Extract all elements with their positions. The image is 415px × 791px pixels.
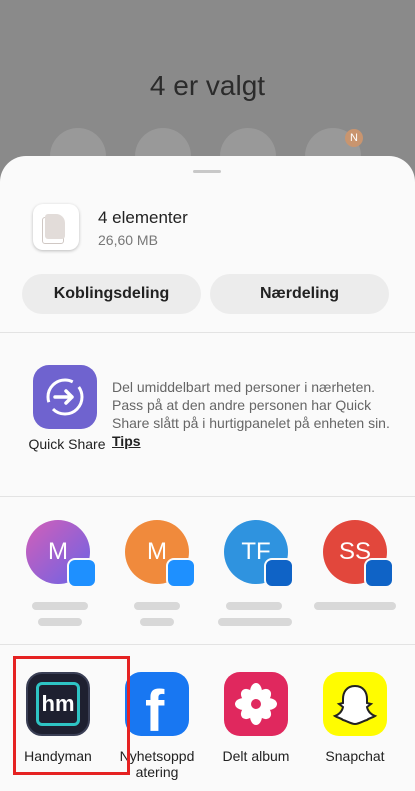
selection-title: 4 er valgt (149, 70, 266, 101)
app-label: Snapchat (325, 748, 385, 764)
contact-name (218, 618, 292, 626)
divider (0, 496, 415, 497)
document-icon (45, 214, 65, 239)
quick-share-button[interactable] (33, 365, 97, 429)
nearby-share-button[interactable]: Nærdeling (210, 274, 389, 314)
messages-icon (67, 558, 97, 588)
flower-icon (235, 683, 277, 725)
contact-name (38, 618, 82, 626)
snapchat-icon (332, 684, 378, 726)
contact-name (140, 618, 174, 626)
share-sheet: 4 elementer 26,60 MB Koblingsdeling Nærd… (0, 156, 415, 791)
divider (0, 644, 415, 645)
quick-share-icon (46, 378, 84, 416)
outlook-icon (264, 558, 294, 588)
file-size: 26,60 MB (98, 232, 158, 248)
contact-name (134, 602, 180, 610)
contact-name (226, 602, 282, 610)
drag-handle[interactable] (193, 170, 221, 173)
file-count: 4 elementer (98, 208, 188, 227)
app-label: Delt album (222, 748, 290, 764)
quick-share-label: Quick Share (28, 436, 106, 452)
new-badge: N (345, 129, 363, 147)
file-thumbnail (33, 204, 79, 250)
highlight-box (13, 656, 130, 775)
quick-share-description: Del umiddelbart med personer i nærheten.… (112, 379, 390, 449)
tips-link[interactable]: Tips (112, 433, 141, 449)
facebook-icon: f (145, 679, 165, 737)
facebook-button[interactable]: f (125, 672, 189, 736)
link-share-button[interactable]: Koblingsdeling (22, 274, 201, 314)
contact-name (32, 602, 88, 610)
snapchat-button[interactable] (323, 672, 387, 736)
divider (0, 332, 415, 333)
messages-icon (166, 558, 196, 588)
outlook-icon (364, 558, 394, 588)
shared-album-button[interactable] (224, 672, 288, 736)
contact-name (314, 602, 396, 610)
